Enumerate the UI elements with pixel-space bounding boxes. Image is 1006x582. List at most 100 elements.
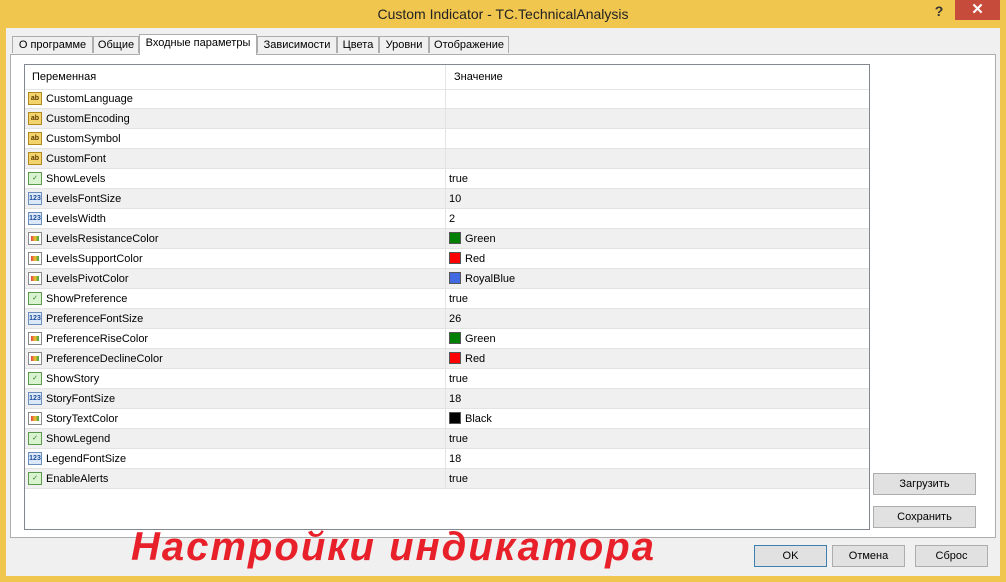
color-type-icon	[28, 232, 42, 245]
variable-name: CustomLanguage	[46, 93, 133, 105]
variable-value[interactable]: 18	[449, 453, 461, 465]
variable-value[interactable]: true	[449, 293, 468, 305]
grid-row[interactable]: ab CustomFont	[25, 149, 869, 169]
grid-row[interactable]: 123 LegendFontSize 18	[25, 449, 869, 469]
cell-divider	[445, 249, 446, 268]
color-type-icon	[28, 252, 42, 265]
cell-divider	[445, 229, 446, 248]
column-header-value[interactable]: Значение	[454, 71, 503, 83]
string-type-icon: ab	[28, 92, 42, 105]
variable-value[interactable]: Green	[465, 233, 496, 245]
cell-divider	[445, 409, 446, 428]
cell-divider	[445, 189, 446, 208]
grid-row[interactable]: 123 LevelsFontSize 10	[25, 189, 869, 209]
grid-row[interactable]: StoryTextColor Black	[25, 409, 869, 429]
grid-row[interactable]: LevelsResistanceColor Green	[25, 229, 869, 249]
overlay-caption: Настройки индикатора	[131, 525, 656, 569]
grid-row[interactable]: ✓ EnableAlerts true	[25, 469, 869, 489]
cell-divider	[445, 469, 446, 488]
grid-row[interactable]: LevelsPivotColor RoyalBlue	[25, 269, 869, 289]
cell-divider	[445, 429, 446, 448]
column-divider[interactable]	[445, 65, 446, 89]
cancel-button[interactable]: Отмена	[832, 545, 905, 567]
variable-value[interactable]: true	[449, 173, 468, 185]
grid-row[interactable]: 123 LevelsWidth 2	[25, 209, 869, 229]
cell-divider	[445, 349, 446, 368]
tab-display[interactable]: Отображение	[429, 36, 509, 53]
grid-row[interactable]: ab CustomLanguage	[25, 89, 869, 109]
grid-row[interactable]: ✓ ShowStory true	[25, 369, 869, 389]
variable-name: LevelsSupportColor	[46, 253, 143, 265]
variable-value[interactable]: Black	[465, 413, 492, 425]
variable-name: StoryTextColor	[46, 413, 119, 425]
cell-divider	[445, 449, 446, 468]
variable-name: CustomFont	[46, 153, 106, 165]
grid-row[interactable]: PreferenceRiseColor Green	[25, 329, 869, 349]
int-type-icon: 123	[28, 192, 42, 205]
cell-divider	[445, 389, 446, 408]
string-type-icon: ab	[28, 132, 42, 145]
grid-row[interactable]: ✓ ShowLegend true	[25, 429, 869, 449]
cell-divider	[445, 269, 446, 288]
variable-name: LevelsWidth	[46, 213, 106, 225]
color-type-icon	[28, 332, 42, 345]
tab-colors[interactable]: Цвета	[337, 36, 379, 53]
grid-row[interactable]: ab CustomSymbol	[25, 129, 869, 149]
help-icon[interactable]: ?	[928, 3, 950, 21]
cell-divider	[445, 329, 446, 348]
bool-type-icon: ✓	[28, 432, 42, 445]
grid-row[interactable]: ✓ ShowPreference true	[25, 289, 869, 309]
cell-divider	[445, 309, 446, 328]
bool-type-icon: ✓	[28, 472, 42, 485]
reset-button[interactable]: Сброс	[915, 545, 988, 567]
color-swatch	[449, 352, 461, 364]
variable-value[interactable]: Red	[465, 353, 485, 365]
string-type-icon: ab	[28, 152, 42, 165]
tab-about[interactable]: О программе	[12, 36, 93, 53]
close-icon[interactable]: ✕	[955, 0, 1000, 20]
bool-type-icon: ✓	[28, 292, 42, 305]
title-bar: Custom Indicator - TC.TechnicalAnalysis …	[0, 0, 1006, 28]
grid-row[interactable]: ab CustomEncoding	[25, 109, 869, 129]
color-swatch	[449, 412, 461, 424]
color-swatch	[449, 272, 461, 284]
tab-inputs[interactable]: Входные параметры	[139, 34, 257, 55]
grid-row[interactable]: 123 StoryFontSize 18	[25, 389, 869, 409]
save-button[interactable]: Сохранить	[873, 506, 976, 528]
column-header-variable[interactable]: Переменная	[32, 71, 96, 83]
grid-row[interactable]: 123 PreferenceFontSize 26	[25, 309, 869, 329]
cell-divider	[445, 169, 446, 188]
load-button[interactable]: Загрузить	[873, 473, 976, 495]
variable-value[interactable]: 10	[449, 193, 461, 205]
ok-button[interactable]: OK	[754, 545, 827, 567]
variable-name: PreferenceRiseColor	[46, 333, 149, 345]
cell-divider	[445, 109, 446, 128]
variable-value[interactable]: true	[449, 473, 468, 485]
tab-general[interactable]: Общие	[93, 36, 139, 53]
grid-row[interactable]: ✓ ShowLevels true	[25, 169, 869, 189]
variable-name: LevelsResistanceColor	[46, 233, 159, 245]
variable-value[interactable]: true	[449, 433, 468, 445]
grid-row[interactable]: LevelsSupportColor Red	[25, 249, 869, 269]
variable-value[interactable]: Red	[465, 253, 485, 265]
variable-value[interactable]: 26	[449, 313, 461, 325]
cell-divider	[445, 289, 446, 308]
variable-value[interactable]: true	[449, 373, 468, 385]
variable-name: CustomSymbol	[46, 133, 121, 145]
inputs-tab-panel: Переменная Значение ab CustomLanguage ab Cu…	[10, 54, 996, 569]
grid-header: Переменная Значение	[25, 65, 869, 90]
color-swatch	[449, 252, 461, 264]
color-swatch	[449, 332, 461, 344]
variable-name: ShowLevels	[46, 173, 106, 185]
grid-row[interactable]: PreferenceDeclineColor Red	[25, 349, 869, 369]
tab-dependencies[interactable]: Зависимости	[257, 36, 337, 53]
dialog-client-area: О программе Общие Входные параметры Зави…	[6, 28, 1000, 576]
variable-value[interactable]: Green	[465, 333, 496, 345]
int-type-icon: 123	[28, 452, 42, 465]
variable-value[interactable]: 2	[449, 213, 455, 225]
variable-name: ShowStory	[46, 373, 100, 385]
variable-value[interactable]: RoyalBlue	[465, 273, 515, 285]
variable-value[interactable]: 18	[449, 393, 461, 405]
cell-divider	[445, 89, 446, 108]
tab-levels[interactable]: Уровни	[379, 36, 429, 53]
